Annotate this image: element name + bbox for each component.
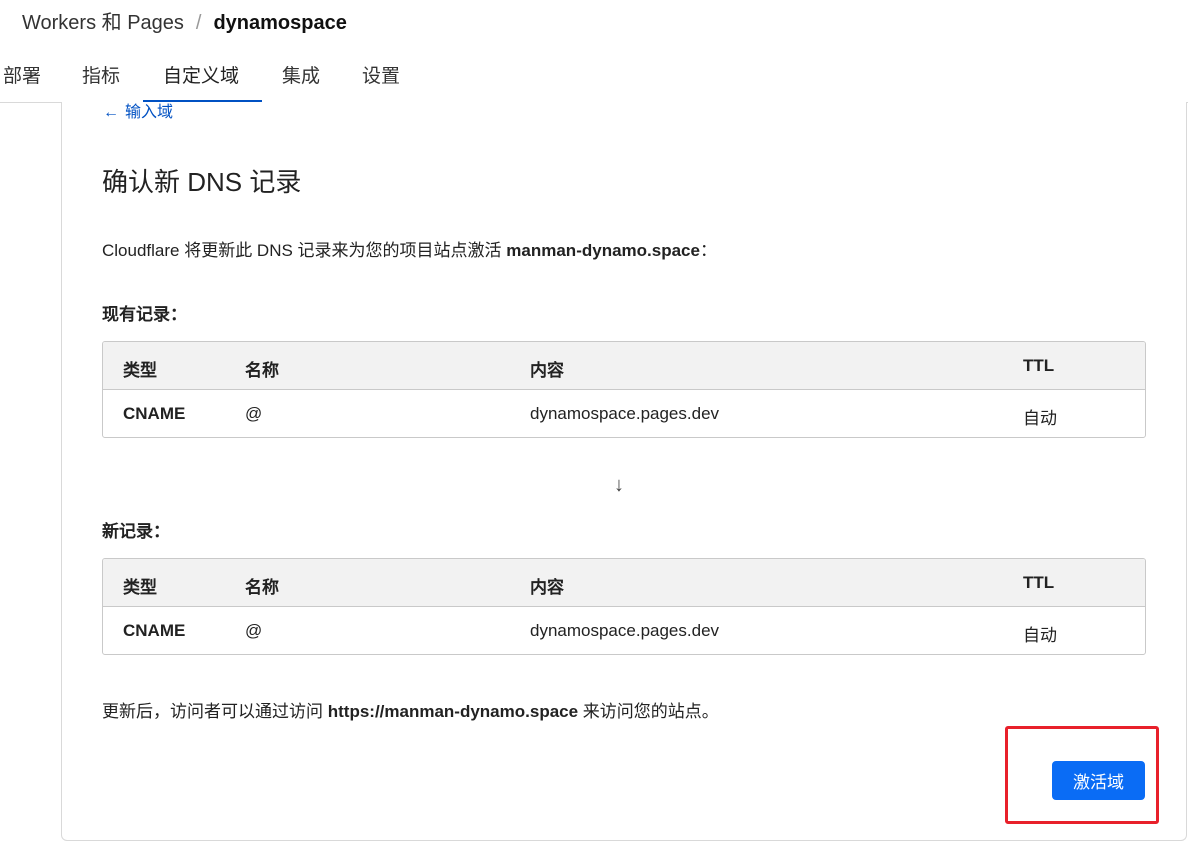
- record-name: @: [245, 621, 263, 640]
- tab-custom-domains[interactable]: 自定义域: [163, 61, 239, 88]
- table-row: CNAME @ dynamospace.pages.dev 自动: [103, 607, 1145, 654]
- breadcrumb-current: dynamospace: [213, 12, 347, 34]
- description: Cloudflare 将更新此 DNS 记录来为您的项目站点激活 manman-…: [102, 236, 717, 261]
- tab-metrics[interactable]: 指标: [82, 61, 120, 88]
- tab-bar: 部署 指标 自定义域 集成 设置: [0, 48, 1188, 103]
- tab-deployments[interactable]: 部署: [3, 61, 41, 88]
- table-header-row: 类型 名称 内容 TTL: [103, 559, 1145, 607]
- new-records-title: 新记录：: [102, 522, 170, 541]
- page-title: 确认新 DNS 记录: [102, 167, 302, 197]
- record-ttl: 自动: [1023, 626, 1057, 645]
- record-name: @: [245, 404, 263, 423]
- column-header-content: 内容: [530, 578, 564, 597]
- record-content: dynamospace.pages.dev: [530, 621, 720, 640]
- column-header-name: 名称: [245, 578, 279, 597]
- column-header-type: 类型: [123, 578, 157, 597]
- description-prefix: Cloudflare 将更新此 DNS 记录来为您的项目站点激活: [102, 241, 507, 260]
- breadcrumb-parent[interactable]: Workers 和 Pages: [22, 12, 184, 34]
- footer-note-prefix: 更新后，访问者可以通过访问: [102, 702, 328, 721]
- description-domain: manman-dynamo.space: [506, 241, 700, 260]
- record-type: CNAME: [123, 404, 186, 423]
- column-header-content: 内容: [530, 361, 564, 380]
- tab-integrations[interactable]: 集成: [282, 61, 320, 88]
- arrow-left-icon: ←: [103, 104, 119, 121]
- footer-note: 更新后，访问者可以通过访问 https://manman-dynamo.spac…: [102, 697, 719, 722]
- record-ttl: 自动: [1023, 409, 1057, 428]
- footer-note-suffix: 来访问您的站点。: [578, 702, 719, 721]
- arrow-down-icon: ↓: [614, 474, 624, 496]
- breadcrumb: Workers 和 Pages / dynamospace: [22, 6, 347, 35]
- footer-note-url: https://manman-dynamo.space: [327, 702, 579, 721]
- description-suffix: ：: [699, 241, 717, 260]
- record-content: dynamospace.pages.dev: [530, 404, 720, 423]
- existing-records-title: 现有记录：: [102, 305, 187, 324]
- table-header-row: 类型 名称 内容 TTL: [103, 342, 1145, 390]
- column-header-name: 名称: [245, 361, 279, 380]
- back-link-label: 输入域: [125, 104, 174, 121]
- record-type: CNAME: [123, 621, 186, 640]
- tab-settings[interactable]: 设置: [362, 61, 400, 88]
- back-link[interactable]: ← 输入域: [103, 98, 173, 122]
- column-header-ttl: TTL: [1023, 573, 1055, 592]
- column-header-type: 类型: [123, 361, 157, 380]
- breadcrumb-separator: /: [195, 12, 202, 34]
- new-records-table: 类型 名称 内容 TTL CNAME @ dynamospace.pages.d…: [102, 558, 1146, 655]
- existing-records-table: 类型 名称 内容 TTL CNAME @ dynamospace.pages.d…: [102, 341, 1146, 438]
- table-row: CNAME @ dynamospace.pages.dev 自动: [103, 390, 1145, 437]
- activate-domain-button[interactable]: 激活域: [1052, 761, 1145, 800]
- column-header-ttl: TTL: [1023, 356, 1055, 375]
